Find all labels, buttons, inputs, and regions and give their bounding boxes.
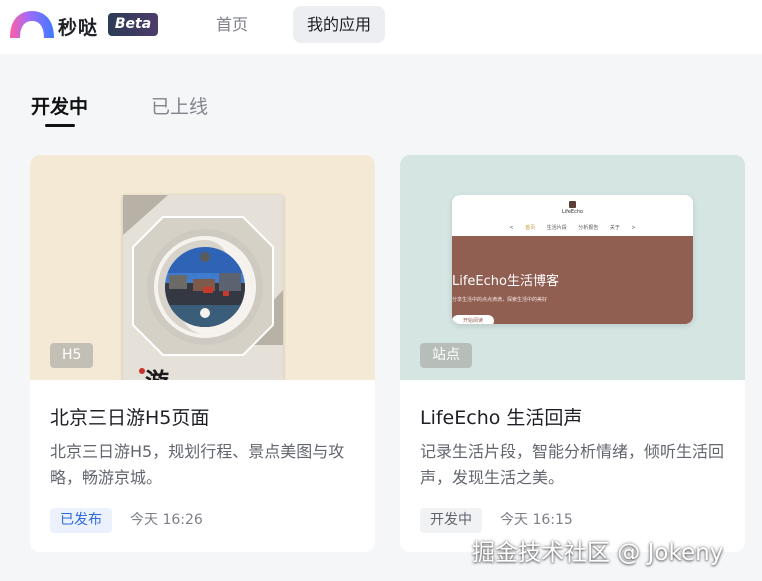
site-name: LifeEcho bbox=[561, 209, 584, 215]
tab-in-development[interactable]: 开发中 bbox=[31, 92, 88, 119]
site-hero-banner: LifeEcho生活博客 分享生活中的点点滴滴，探索生活中的美好 开始阅读 bbox=[452, 236, 693, 324]
site-logo-icon bbox=[569, 201, 576, 208]
site-nav-item: 关于 bbox=[609, 225, 620, 231]
app-description: 记录生活片段，智能分析情绪，倾听生活回声，发现生活之美。 bbox=[420, 442, 725, 487]
watermark-text: 掘金技术社区 @ Jokeny bbox=[472, 540, 724, 566]
tab-published[interactable]: 已上线 bbox=[151, 92, 208, 119]
miaoda-logo-icon[interactable] bbox=[10, 9, 54, 39]
app-type-tag: H5 bbox=[50, 343, 94, 368]
app-title: 北京三日游H5页面 bbox=[50, 407, 210, 429]
nav-my-apps[interactable]: 我的应用 bbox=[293, 6, 386, 43]
site-hero-title: LifeEcho生活博客 bbox=[452, 274, 559, 289]
site-nav-item: 首页 bbox=[525, 225, 536, 231]
app-card-beijing[interactable]: 游 H5 北京三日游H5页面 北京三日游H5，规划行程、景点美图与攻略，畅游京城… bbox=[30, 155, 375, 552]
top-navigation-bar: 秒哒 Beta 首页 我的应用 bbox=[0, 0, 762, 54]
site-preview-thumbnail: LifeEcho < 首页 生活片段 分析报告 关于 > LifeEcho生活博… bbox=[452, 195, 693, 324]
site-nav-item: 分析报告 bbox=[578, 225, 599, 231]
app-cover: 游 H5 bbox=[30, 155, 375, 380]
site-nav-prev: < bbox=[509, 225, 514, 231]
app-card-lifeecho[interactable]: LifeEcho < 首页 生活片段 分析报告 关于 > LifeEcho生活博… bbox=[400, 155, 745, 552]
updated-time: 今天 16:15 bbox=[500, 512, 573, 528]
updated-time: 今天 16:26 bbox=[130, 512, 203, 528]
app-cover: LifeEcho < 首页 生活片段 分析报告 关于 > LifeEcho生活博… bbox=[400, 155, 745, 380]
site-nav-next: > bbox=[631, 225, 636, 231]
brand-name: 秒哒 bbox=[58, 17, 99, 39]
active-tab-indicator bbox=[45, 124, 75, 127]
app-type-tag: 站点 bbox=[420, 343, 472, 368]
status-badge: 开发中 bbox=[420, 508, 482, 533]
site-nav-item: 生活片段 bbox=[546, 225, 567, 231]
poster-image: 游 bbox=[123, 195, 283, 380]
app-title: LifeEcho 生活回声 bbox=[420, 407, 583, 429]
beta-badge: Beta bbox=[108, 13, 158, 36]
site-hero-button: 开始阅读 bbox=[452, 315, 494, 324]
site-hero-subtitle: 分享生活中的点点滴滴，探索生活中的美好 bbox=[452, 297, 548, 303]
app-description: 北京三日游H5，规划行程、景点美图与攻略，畅游京城。 bbox=[50, 442, 345, 487]
nav-home[interactable]: 首页 bbox=[202, 6, 262, 43]
poster-graphic: 游 bbox=[123, 195, 283, 380]
site-nav: < 首页 生活片段 分析报告 关于 > bbox=[452, 224, 693, 231]
svg-text:游: 游 bbox=[145, 367, 169, 380]
status-badge: 已发布 bbox=[50, 508, 112, 533]
